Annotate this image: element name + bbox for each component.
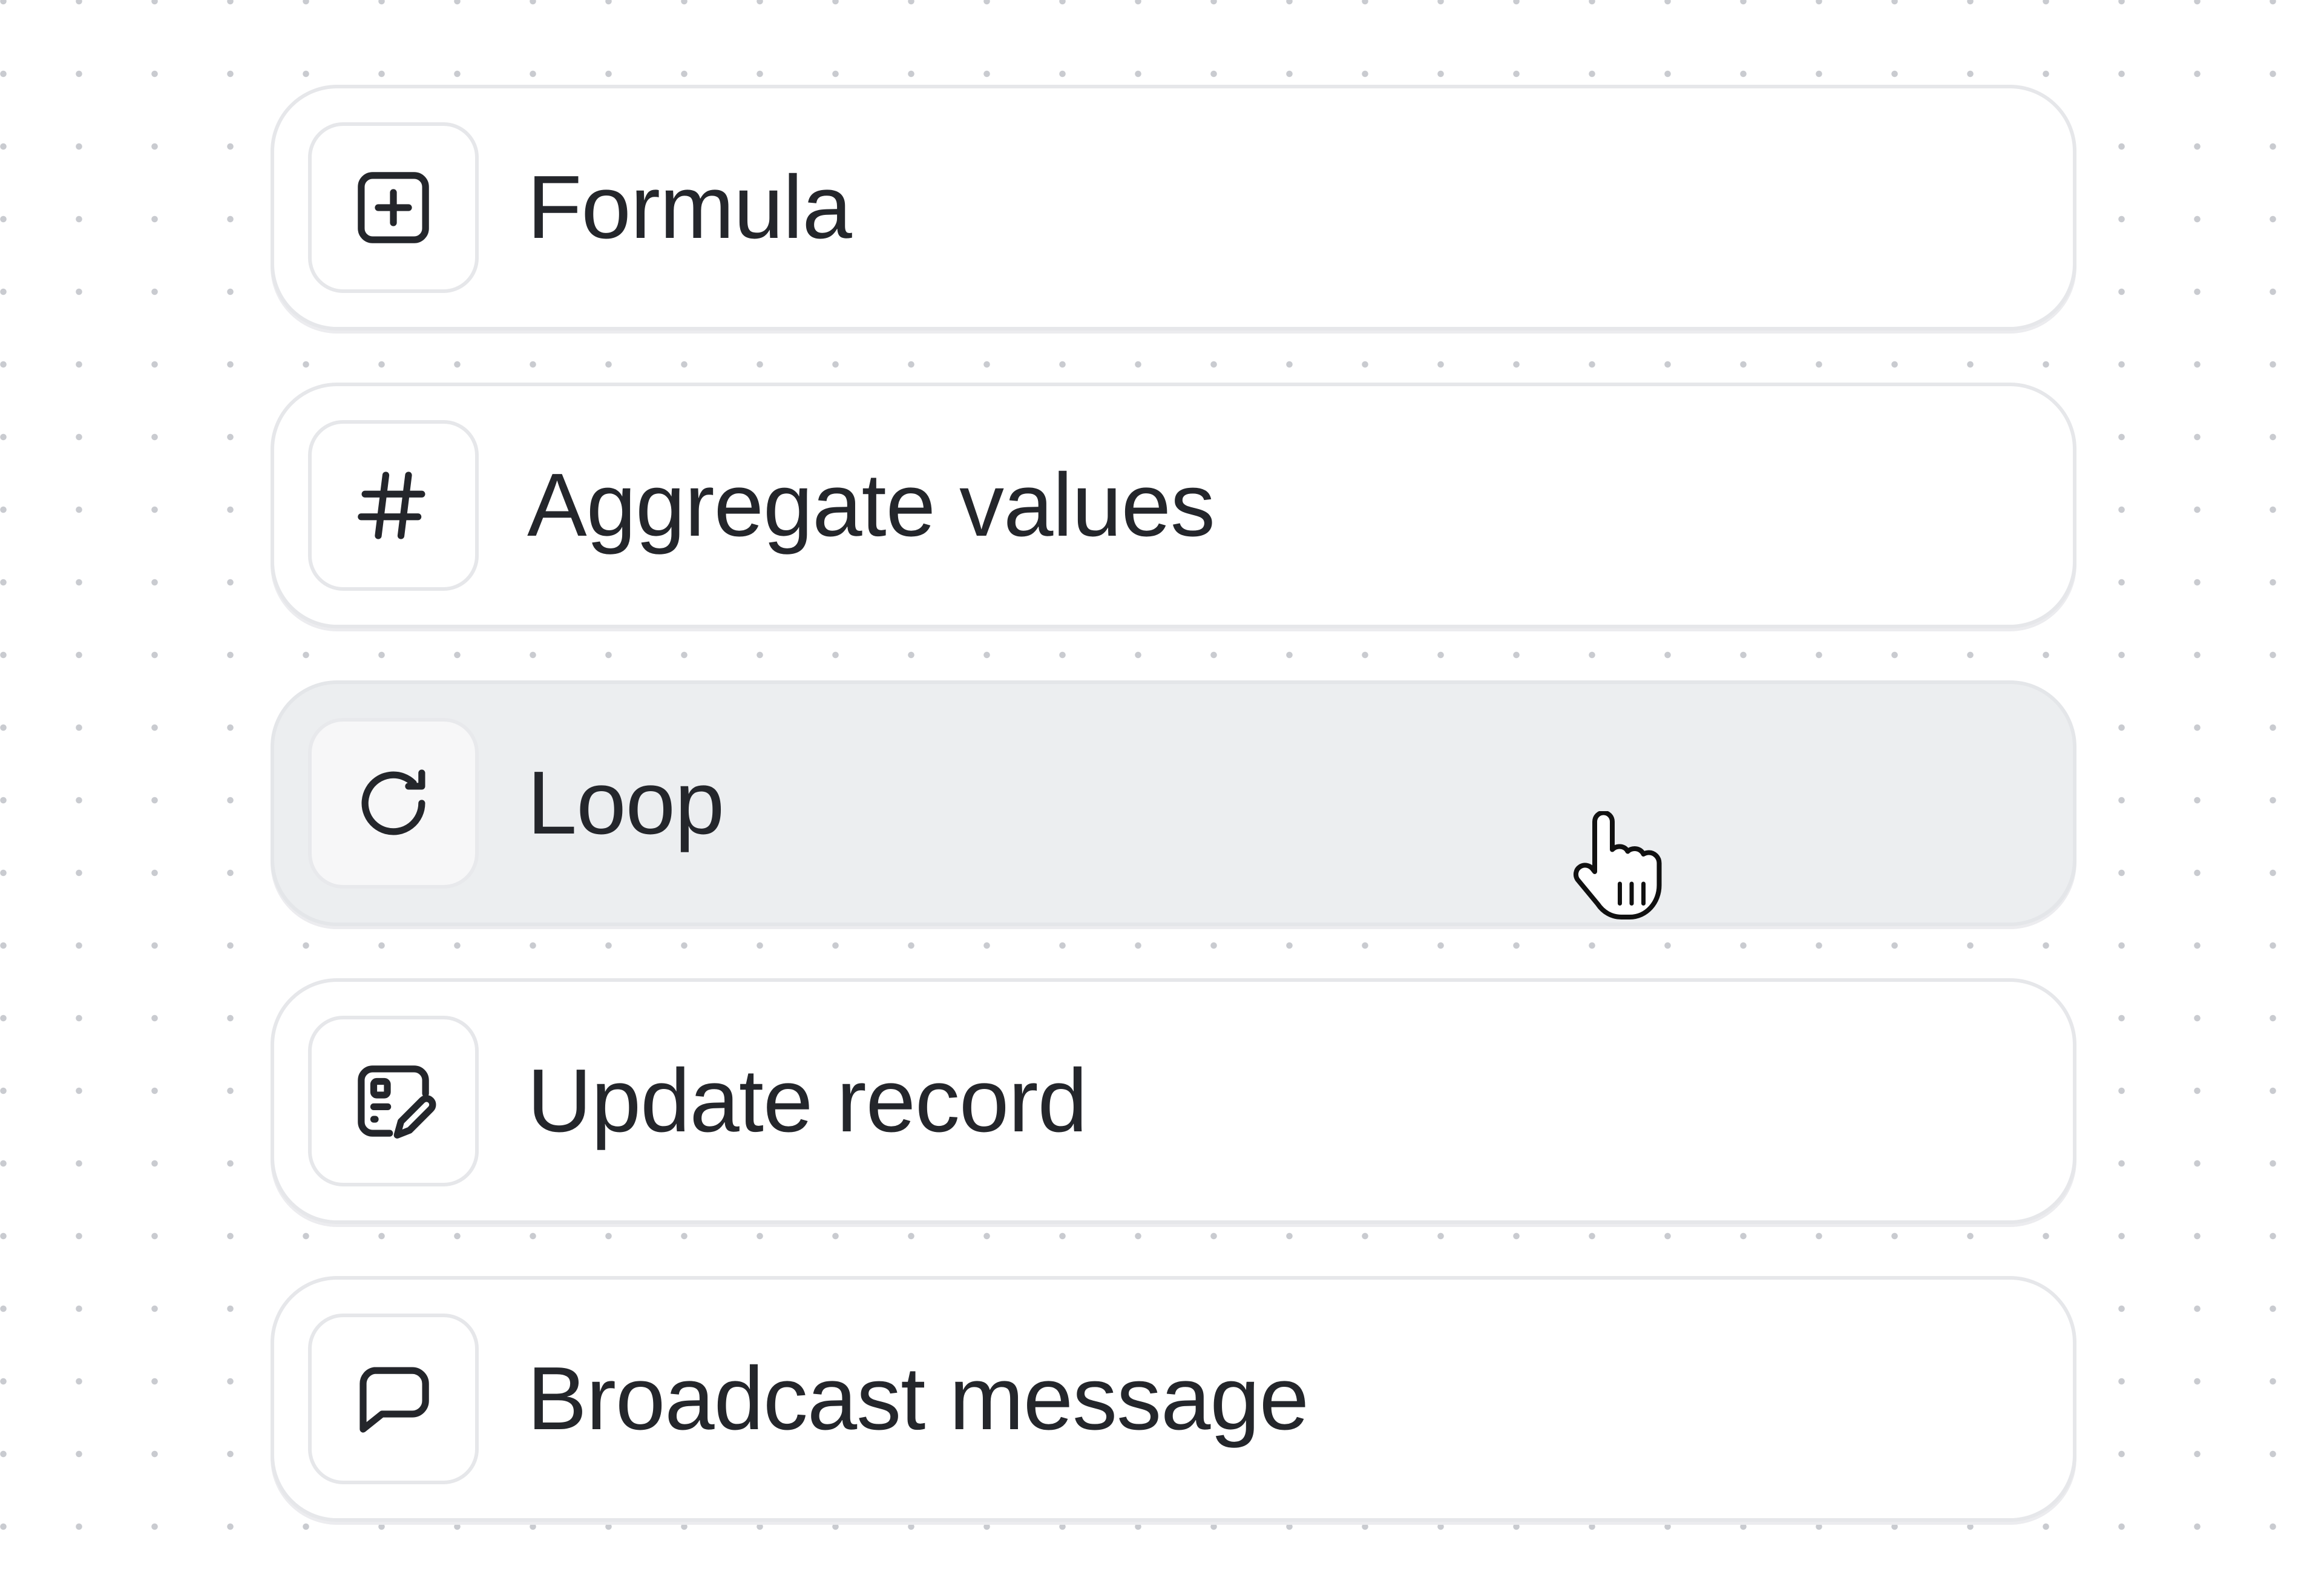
menu-item-label: Update record [527, 1051, 1088, 1151]
menu-item-update-record[interactable]: Update record [271, 978, 2076, 1224]
chat-bubble-icon [359, 1367, 429, 1433]
menu-item-aggregate-values[interactable]: Aggregate values [271, 383, 2076, 628]
menu-item-label: Broadcast message [527, 1349, 1309, 1449]
icon-tile [308, 420, 479, 591]
refresh-icon [361, 769, 425, 835]
menu-item-label: Formula [527, 157, 852, 257]
menu-item-label: Loop [527, 753, 724, 853]
menu-item-loop[interactable]: Loop [271, 680, 2076, 926]
icon-tile [308, 1016, 479, 1186]
record-edit-icon [358, 1065, 436, 1139]
menu-item-label: Aggregate values [527, 455, 1215, 555]
icon-tile [308, 1314, 479, 1484]
menu-item-broadcast-message[interactable]: Broadcast message [271, 1276, 2076, 1522]
menu-item-formula[interactable]: Formula [271, 85, 2076, 331]
action-menu: Formula Aggregate values Loop Update rec… [271, 85, 2076, 1522]
plus-square-icon [358, 172, 429, 243]
hash-icon [358, 472, 425, 539]
icon-tile [308, 718, 479, 889]
icon-tile [308, 122, 479, 293]
